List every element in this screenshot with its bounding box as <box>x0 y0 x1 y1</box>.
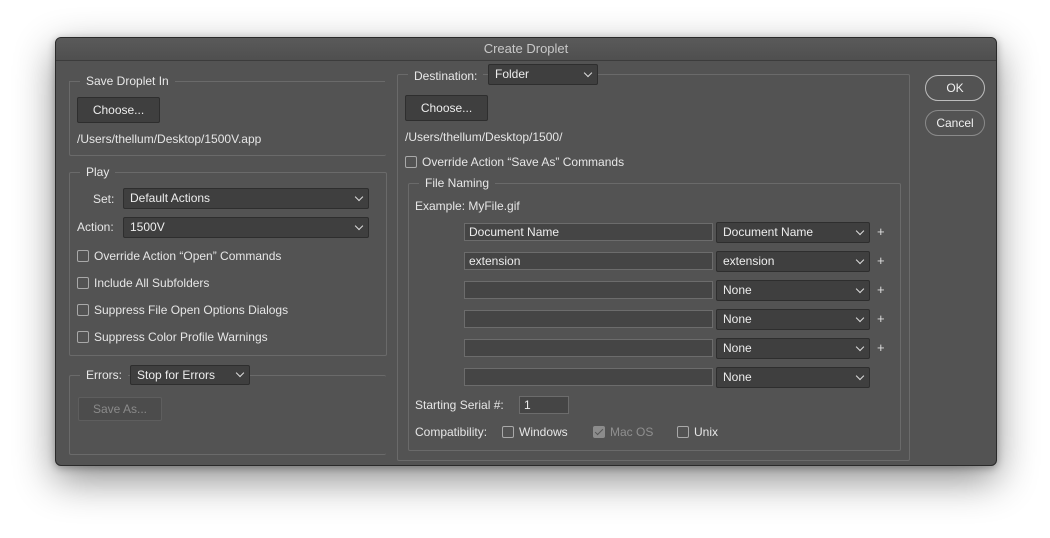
override-open-checkbox[interactable] <box>77 250 89 262</box>
chevron-down-icon <box>855 284 865 293</box>
add-naming-row-button[interactable]: + <box>877 340 885 355</box>
naming-select-1[interactable]: Document Name <box>716 222 870 243</box>
naming-select-6[interactable]: None <box>716 367 870 388</box>
naming-text-field-4[interactable] <box>464 310 713 328</box>
ok-button[interactable]: OK <box>925 75 985 101</box>
naming-text-field-3[interactable] <box>464 281 713 299</box>
action-label: Action: <box>77 220 114 234</box>
save-droplet-path: /Users/thellum/Desktop/1500V.app <box>77 132 262 146</box>
chevron-down-icon <box>235 368 245 378</box>
errors-select[interactable]: Stop for Errors <box>130 365 250 385</box>
chevron-down-icon <box>855 371 865 380</box>
windows-label: Windows <box>519 425 568 439</box>
naming-select-4[interactable]: None <box>716 309 870 330</box>
chevron-down-icon <box>855 342 865 351</box>
set-select[interactable]: Default Actions <box>123 188 369 209</box>
destination-label: Destination: <box>408 67 484 85</box>
override-open-label: Override Action “Open” Commands <box>94 249 282 263</box>
dialog-title: Create Droplet <box>56 38 996 61</box>
override-save-as-label: Override Action “Save As” Commands <box>422 155 625 169</box>
set-select-value: Default Actions <box>130 191 211 205</box>
naming-select-1-value: Document Name <box>723 225 814 239</box>
chevron-down-icon <box>583 68 593 77</box>
naming-text-field-5[interactable] <box>464 339 713 357</box>
create-droplet-dialog: Create Droplet Save Droplet In Choose...… <box>55 37 997 466</box>
windows-checkbox[interactable] <box>502 426 514 438</box>
action-select[interactable]: 1500V <box>123 217 369 238</box>
action-select-value: 1500V <box>130 220 165 234</box>
compatibility-label: Compatibility: <box>415 425 488 439</box>
suppress-color-profile-checkbox[interactable] <box>77 331 89 343</box>
naming-select-4-value: None <box>723 312 752 326</box>
file-naming-example: Example: MyFile.gif <box>415 199 520 213</box>
unix-checkbox[interactable] <box>677 426 689 438</box>
file-naming-legend: File Naming <box>419 176 496 190</box>
destination-path: /Users/thellum/Desktop/1500/ <box>405 130 563 144</box>
destination-select[interactable]: Folder <box>488 64 598 85</box>
add-naming-row-button[interactable]: + <box>877 282 885 297</box>
naming-select-2-value: extension <box>723 254 775 268</box>
destination-select-value: Folder <box>495 67 530 81</box>
save-droplet-legend: Save Droplet In <box>80 74 175 88</box>
add-naming-row-button[interactable]: + <box>877 253 885 268</box>
naming-text-field-2[interactable]: extension <box>464 252 713 270</box>
naming-select-3[interactable]: None <box>716 280 870 301</box>
errors-label: Errors: <box>80 368 128 386</box>
suppress-open-options-label: Suppress File Open Options Dialogs <box>94 303 289 317</box>
naming-select-3-value: None <box>723 283 752 297</box>
naming-select-5[interactable]: None <box>716 338 870 359</box>
serial-input[interactable]: 1 <box>519 396 569 414</box>
include-subfolders-label: Include All Subfolders <box>94 276 210 290</box>
save-as-button[interactable]: Save As... <box>78 397 162 421</box>
naming-select-2[interactable]: extension <box>716 251 870 272</box>
suppress-open-options-checkbox[interactable] <box>77 304 89 316</box>
unix-label: Unix <box>694 425 719 439</box>
naming-text-field-6[interactable] <box>464 368 713 386</box>
set-label: Set: <box>93 192 115 206</box>
chevron-down-icon <box>855 226 865 235</box>
naming-select-5-value: None <box>723 341 752 355</box>
chevron-down-icon <box>855 313 865 322</box>
include-subfolders-checkbox[interactable] <box>77 277 89 289</box>
chevron-down-icon <box>354 221 364 230</box>
mac-os-label: Mac OS <box>610 425 654 439</box>
save-droplet-choose-button[interactable]: Choose... <box>77 97 160 123</box>
chevron-down-icon <box>354 192 364 201</box>
naming-select-6-value: None <box>723 370 752 384</box>
play-legend: Play <box>80 165 116 179</box>
errors-select-value: Stop for Errors <box>137 368 216 382</box>
naming-text-field-1[interactable]: Document Name <box>464 223 713 241</box>
serial-label: Starting Serial #: <box>415 398 504 412</box>
add-naming-row-button[interactable]: + <box>877 311 885 326</box>
add-naming-row-button[interactable]: + <box>877 224 885 239</box>
suppress-color-profile-label: Suppress Color Profile Warnings <box>94 330 268 344</box>
destination-choose-button[interactable]: Choose... <box>405 95 488 121</box>
cancel-button[interactable]: Cancel <box>925 110 985 136</box>
override-save-as-checkbox[interactable] <box>405 156 417 168</box>
mac-os-checkbox[interactable] <box>593 426 605 438</box>
chevron-down-icon <box>855 255 865 264</box>
